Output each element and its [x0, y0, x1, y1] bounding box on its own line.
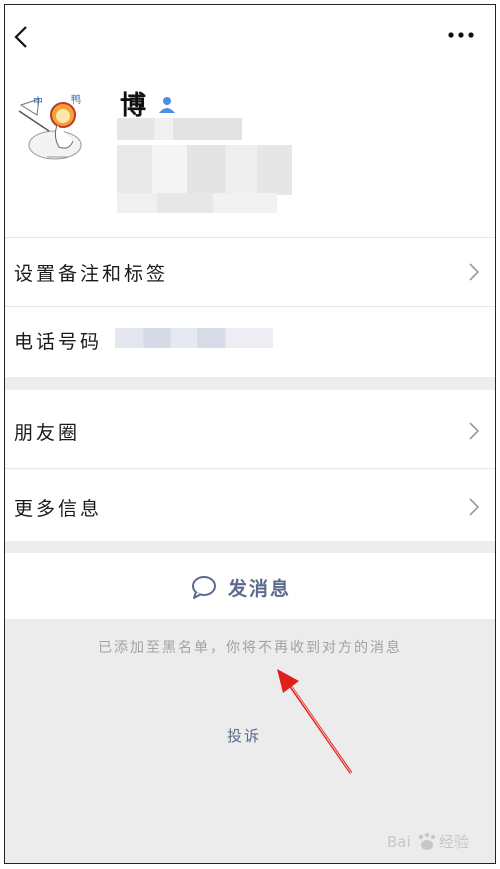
row-remark-tags[interactable]: 设置备注和标签 — [5, 238, 495, 306]
send-message-label: 发消息 — [228, 577, 292, 600]
svg-text:Bai: Bai — [387, 833, 411, 851]
more-dots-icon — [448, 32, 474, 38]
watermark: Bai 经验 — [387, 827, 483, 857]
back-button[interactable] — [9, 19, 39, 55]
chat-bubble-icon — [192, 576, 216, 599]
row-more-info[interactable]: 更多信息 — [5, 469, 495, 541]
blurred-info-line — [117, 118, 242, 140]
chevron-right-icon — [469, 498, 480, 516]
avatar-image: 中 鸭 — [13, 85, 87, 165]
chevron-right-icon — [469, 263, 480, 281]
send-message-button[interactable]: 发消息 — [190, 571, 291, 603]
annotation-arrow — [277, 669, 353, 774]
chevron-right-icon — [469, 422, 480, 440]
contact-person-icon — [157, 95, 177, 115]
section-gap — [5, 541, 495, 553]
blurred-phone-number[interactable] — [115, 328, 273, 348]
row-phone: 电话号码 — [5, 307, 495, 377]
blurred-info-block — [117, 145, 292, 195]
row-label: 朋友圈 — [14, 422, 81, 444]
row-label: 设置备注和标签 — [14, 263, 169, 285]
svg-text:鸭: 鸭 — [71, 93, 81, 106]
baidu-paw-logo: Bai 经验 — [387, 832, 469, 851]
profile-header: 中 鸭 博 — [5, 65, 495, 237]
top-bar — [5, 5, 495, 65]
send-message-area: 发消息 — [5, 553, 495, 619]
complain-link[interactable]: 投诉 — [227, 725, 261, 746]
svg-text:经验: 经验 — [439, 833, 469, 851]
blocked-area: 已添加至黑名单，你将不再收到对方的消息 投诉 Bai 经验 — [5, 619, 495, 863]
blurred-info-line — [117, 193, 277, 213]
avatar[interactable]: 中 鸭 — [13, 85, 87, 165]
section-gap — [5, 377, 495, 390]
blocked-notice: 已添加至黑名单，你将不再收到对方的消息 — [98, 640, 402, 656]
svg-text:中: 中 — [33, 95, 43, 108]
screenshot-frame: 中 鸭 博 设置备注和标签 电话号码 朋友圈 更多信息 发消息 已添加至黑名单，… — [4, 4, 496, 864]
row-moments[interactable]: 朋友圈 — [5, 390, 495, 468]
row-label: 电话号码 — [14, 331, 103, 353]
row-label: 更多信息 — [14, 498, 103, 520]
more-button[interactable] — [443, 23, 479, 47]
back-arrow-icon — [14, 26, 27, 48]
contact-name: 博 — [120, 91, 147, 121]
